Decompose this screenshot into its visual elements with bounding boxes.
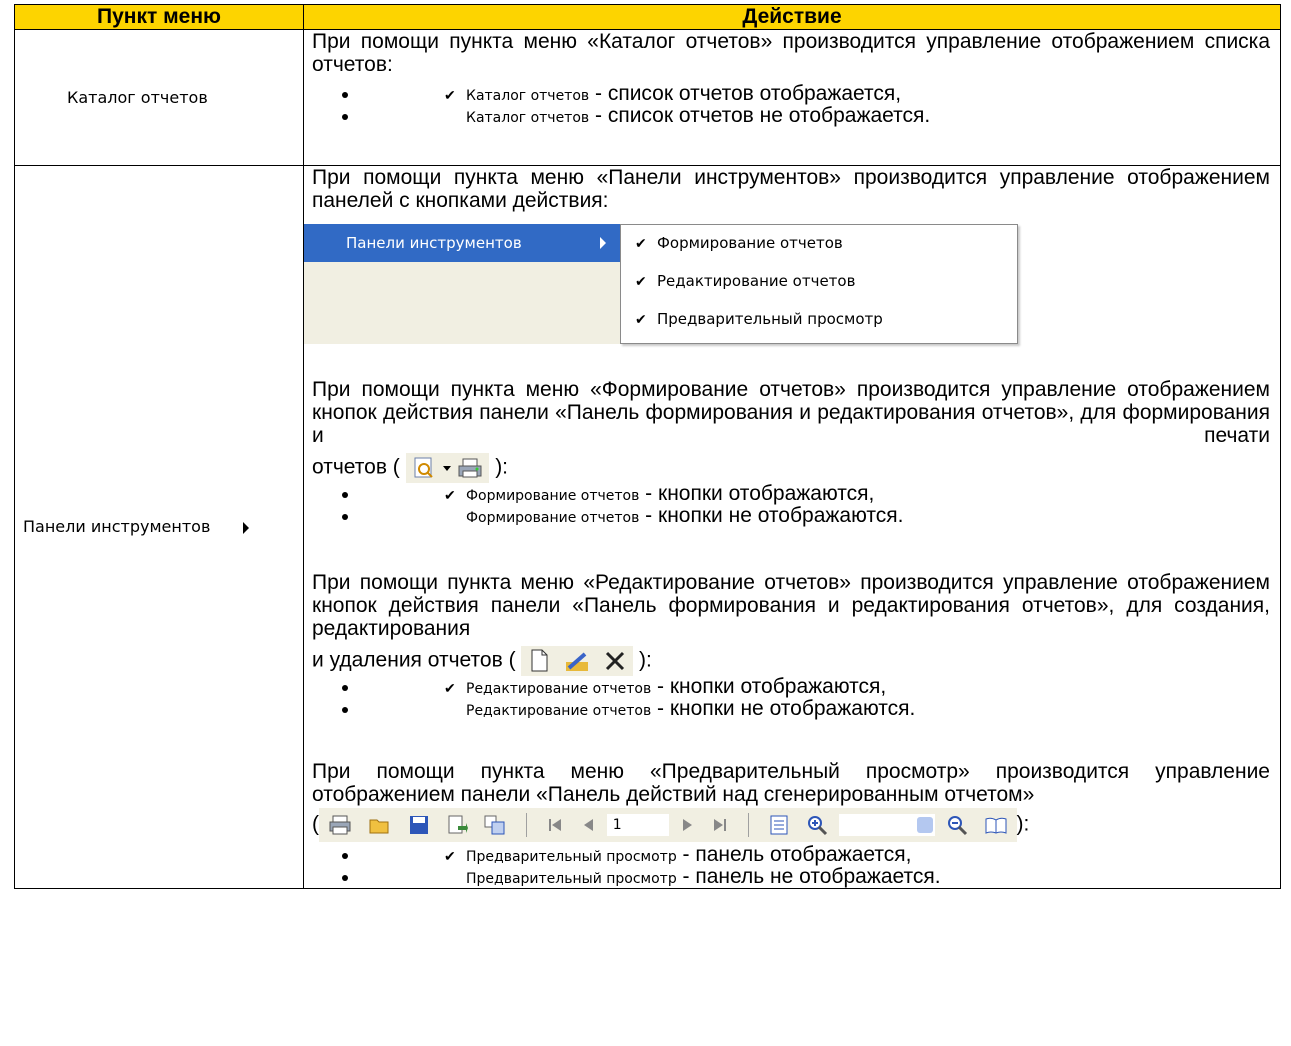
next-page-icon[interactable] — [680, 814, 696, 836]
submenu-item[interactable]: ✔ Формирование отчетов — [635, 234, 843, 252]
check-icon: ✔ — [444, 680, 456, 696]
section2-bullets: ✔ Редактирование отчетов - кнопки отображ… — [304, 676, 1280, 720]
ui-label: Каталог отчетов — [466, 110, 590, 126]
list-item: ✔ Каталог отчетов - список отчетов отобра… — [304, 83, 1280, 105]
action-cell: При помощи пункта меню «Панели инструмен… — [303, 165, 1281, 889]
submenu-item[interactable]: ✔ Предварительный просмотр — [635, 310, 883, 328]
section3-bullets: ✔ Предварительный просмотр - панель отобр… — [304, 844, 1280, 888]
list-item: Формирование отчетов - кнопки не отображ… — [304, 505, 1280, 527]
menu-description-table: Пункт меню Действие Каталог отчетов При … — [14, 4, 1281, 889]
menu-item-label: Панели инструментов — [23, 517, 211, 536]
previous-page-icon[interactable] — [580, 814, 596, 836]
check-icon: ✔ — [444, 848, 456, 864]
ui-label: Каталог отчетов — [466, 88, 590, 104]
chevron-down-icon[interactable] — [916, 817, 933, 834]
list-item: ✔ Предварительный просмотр - панель отобр… — [304, 844, 1280, 866]
section1-paragraph: При помощи пункта меню «Формирование отч… — [312, 378, 1270, 447]
row1-paragraph: При помощи пункта меню «Каталог отчетов»… — [312, 30, 1270, 76]
export-icon[interactable] — [446, 814, 468, 836]
section3-toolbar-line: ( 1 ): — [312, 808, 1270, 842]
preview-toolbar: 1 — [319, 808, 1017, 842]
submenu-selected-item[interactable]: Панели инструментов — [304, 224, 620, 262]
list-item: Каталог отчетов - список отчетов не отоб… — [304, 105, 1280, 127]
section1-bullets: ✔ Формирование отчетов - кнопки отображаю… — [304, 483, 1280, 527]
list-item: Редактирование отчетов - кнопки не отобр… — [304, 698, 1280, 720]
group-tree-toggle-icon[interactable] — [768, 814, 790, 836]
page-number-input[interactable]: 1 — [606, 814, 669, 837]
submenu-item[interactable]: ✔ Редактирование отчетов — [635, 272, 855, 290]
list-item: ✔ Редактирование отчетов - кнопки отображ… — [304, 676, 1280, 698]
print-icon[interactable] — [328, 814, 352, 836]
first-page-icon[interactable] — [546, 814, 564, 836]
bullet-text: - список отчетов не отображается. — [589, 104, 931, 127]
dropdown-arrow-icon — [442, 466, 451, 472]
menu-item-cell: Панели инструментов — [14, 165, 304, 889]
row1-bullets: ✔ Каталог отчетов - список отчетов отобра… — [304, 83, 1280, 127]
preview-icon — [414, 457, 433, 479]
book-icon[interactable] — [984, 814, 1008, 836]
edit-icon — [566, 652, 589, 672]
save-icon[interactable] — [408, 814, 430, 836]
section3-paragraph: При помощи пункта меню «Предварительный … — [312, 760, 1270, 806]
header-action: Действие — [303, 4, 1281, 30]
list-item: ✔ Формирование отчетов - кнопки отображаю… — [304, 483, 1280, 505]
submenu-popup: ✔ Формирование отчетов ✔ Редактирование от… — [620, 224, 1018, 344]
print-icon — [458, 458, 482, 478]
section1-icons — [405, 453, 490, 483]
table-row: Каталог отчетов При помощи пункта меню «… — [14, 29, 1281, 166]
zoom-out-icon[interactable] — [946, 814, 968, 836]
delete-icon — [606, 652, 625, 671]
open-folder-icon[interactable] — [368, 814, 392, 836]
check-icon: ✔ — [444, 487, 456, 503]
submenu-arrow-icon — [242, 521, 249, 534]
zoom-in-icon[interactable] — [806, 814, 828, 836]
zoom-select[interactable] — [838, 814, 935, 837]
chevron-right-icon — [600, 237, 606, 249]
section1-tail: отчетов ( ): — [312, 453, 1270, 483]
action-cell: При помощи пункта меню «Каталог отчетов»… — [303, 29, 1281, 166]
list-item: Предварительный просмотр - панель не ото… — [304, 866, 1280, 888]
table-header-row: Пункт меню Действие — [14, 4, 1281, 30]
check-icon: ✔ — [444, 87, 456, 103]
group-tree-icon[interactable] — [483, 814, 507, 836]
new-document-icon — [531, 649, 548, 672]
submenu-screenshot: Панели инструментов ✔ Формирование отчето… — [304, 216, 1280, 344]
menu-item-cell: Каталог отчетов — [14, 29, 304, 166]
section2-paragraph: При помощи пункта меню «Редактирование о… — [312, 571, 1270, 640]
last-page-icon[interactable] — [711, 814, 729, 836]
header-menu-item: Пункт меню — [14, 4, 304, 30]
section2-icons — [521, 646, 634, 676]
section2-tail: и удаления отчетов ( ): — [312, 646, 1270, 676]
row2-intro: При помощи пункта меню «Панели инструмен… — [312, 166, 1270, 212]
bullet-text: - список отчетов отображается, — [589, 82, 902, 105]
menu-item-label: Каталог отчетов — [67, 87, 208, 107]
table-row: Панели инструментов При помощи пункта ме… — [14, 165, 1281, 889]
